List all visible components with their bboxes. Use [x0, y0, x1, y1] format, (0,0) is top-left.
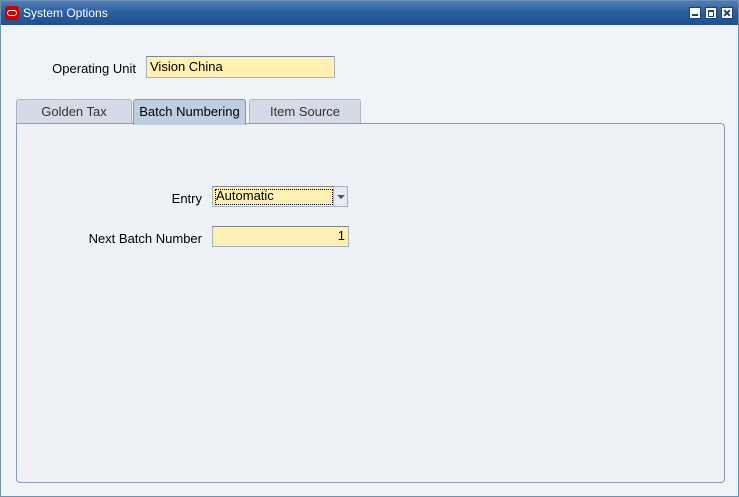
batch-numbering-panel — [16, 123, 725, 483]
window-title: System Options — [23, 6, 108, 20]
oracle-logo-icon — [5, 6, 19, 20]
next-batch-number-field[interactable]: 1 — [212, 226, 349, 247]
title-bar[interactable]: System Options — [1, 1, 738, 25]
system-options-window: System Options Operating Unit Vision Chi… — [0, 0, 739, 497]
entry-label: Entry — [171, 191, 202, 206]
operating-unit-field[interactable]: Vision China — [146, 56, 335, 78]
chevron-down-icon[interactable] — [334, 186, 348, 207]
entry-select[interactable]: Automatic — [212, 186, 334, 207]
tab-batch-numbering[interactable]: Batch Numbering — [133, 99, 246, 125]
tab-golden-tax[interactable]: Golden Tax — [16, 99, 132, 124]
maximize-icon[interactable] — [705, 7, 717, 19]
next-batch-number-label: Next Batch Number — [88, 231, 202, 246]
tab-item-source[interactable]: Item Source — [249, 99, 361, 124]
close-icon[interactable] — [721, 7, 733, 19]
operating-unit-label: Operating Unit — [52, 61, 136, 76]
minimize-icon[interactable] — [689, 7, 701, 19]
